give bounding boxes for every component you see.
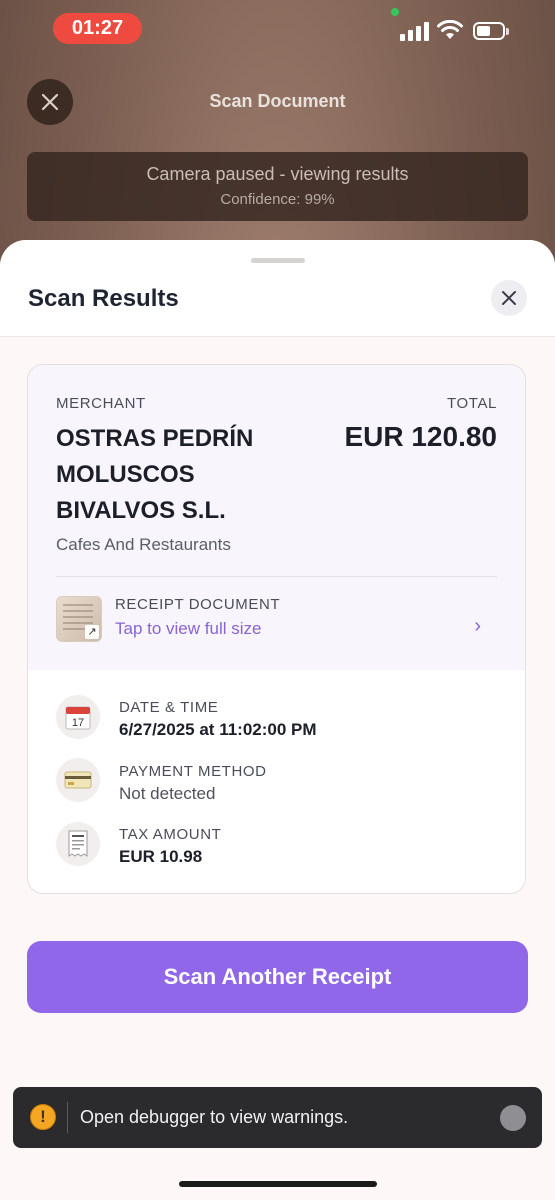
battery-icon — [473, 22, 509, 40]
date-time-label: DATE & TIME — [119, 699, 219, 716]
close-results-button[interactable] — [491, 280, 527, 316]
toast-separator — [67, 1102, 68, 1133]
date-time-value: 6/27/2025 at 11:02:00 PM — [119, 720, 317, 739]
tax-amount-value: EUR 10.98 — [119, 847, 203, 866]
status-bar: 01:27 — [0, 0, 555, 58]
receipt-summary: MERCHANT TOTAL OSTRAS PEDRÍN MOLUSCOS BI… — [28, 365, 525, 670]
toast-message: Open debugger to view warnings. — [80, 1107, 349, 1127]
close-icon — [502, 291, 516, 305]
wifi-icon — [437, 20, 463, 39]
cellular-signal-icon — [400, 21, 430, 41]
expand-icon: ↗ — [85, 625, 99, 639]
receipt-icon — [56, 822, 100, 866]
status-time: 01:27 — [53, 13, 142, 44]
warning-icon: ! — [30, 1104, 56, 1130]
payment-method-value: Not detected — [119, 784, 216, 803]
home-indicator[interactable] — [179, 1181, 377, 1187]
sheet-grabber[interactable] — [251, 258, 305, 263]
receipt-thumbnail[interactable]: ↗ — [56, 596, 102, 642]
sheet-header: Scan Results — [0, 240, 555, 337]
camera-status-banner: Camera paused - viewing results Confiden… — [27, 152, 528, 221]
privacy-indicator-dot — [391, 8, 399, 16]
chevron-right-icon: › — [474, 615, 481, 637]
camera-status-text: Camera paused - viewing results — [146, 164, 409, 184]
receipt-document-label: RECEIPT DOCUMENT — [115, 596, 281, 613]
view-full-size-link[interactable]: Tap to view full size — [115, 619, 261, 639]
dismiss-toast-button[interactable] — [500, 1105, 526, 1131]
tax-amount-label: TAX AMOUNT — [119, 826, 222, 843]
total-amount: EUR 120.80 — [344, 421, 497, 452]
calendar-icon: 17 — [56, 695, 100, 739]
scan-document-title: Scan Document — [209, 91, 346, 111]
merchant-label: MERCHANT — [56, 395, 146, 412]
receipt-card: MERCHANT TOTAL OSTRAS PEDRÍN MOLUSCOS BI… — [27, 364, 526, 894]
svg-text:17: 17 — [72, 717, 84, 729]
scan-results-sheet: Scan Results MERCHANT TOTAL OSTRAS PEDRÍ… — [0, 240, 555, 1200]
credit-card-icon — [56, 758, 100, 802]
merchant-category: Cafes And Restaurants — [56, 535, 231, 554]
merchant-name: OSTRAS PEDRÍN MOLUSCOS BIVALVOS S.L. — [56, 425, 254, 524]
total-label: TOTAL — [447, 395, 497, 412]
sheet-title: Scan Results — [28, 285, 179, 312]
debugger-warning-toast[interactable]: ! Open debugger to view warnings. — [13, 1087, 542, 1148]
divider — [56, 576, 497, 577]
scan-another-receipt-button[interactable]: Scan Another Receipt — [27, 941, 528, 1013]
confidence-text: Confidence: 99% — [220, 191, 335, 208]
payment-method-label: PAYMENT METHOD — [119, 763, 267, 780]
